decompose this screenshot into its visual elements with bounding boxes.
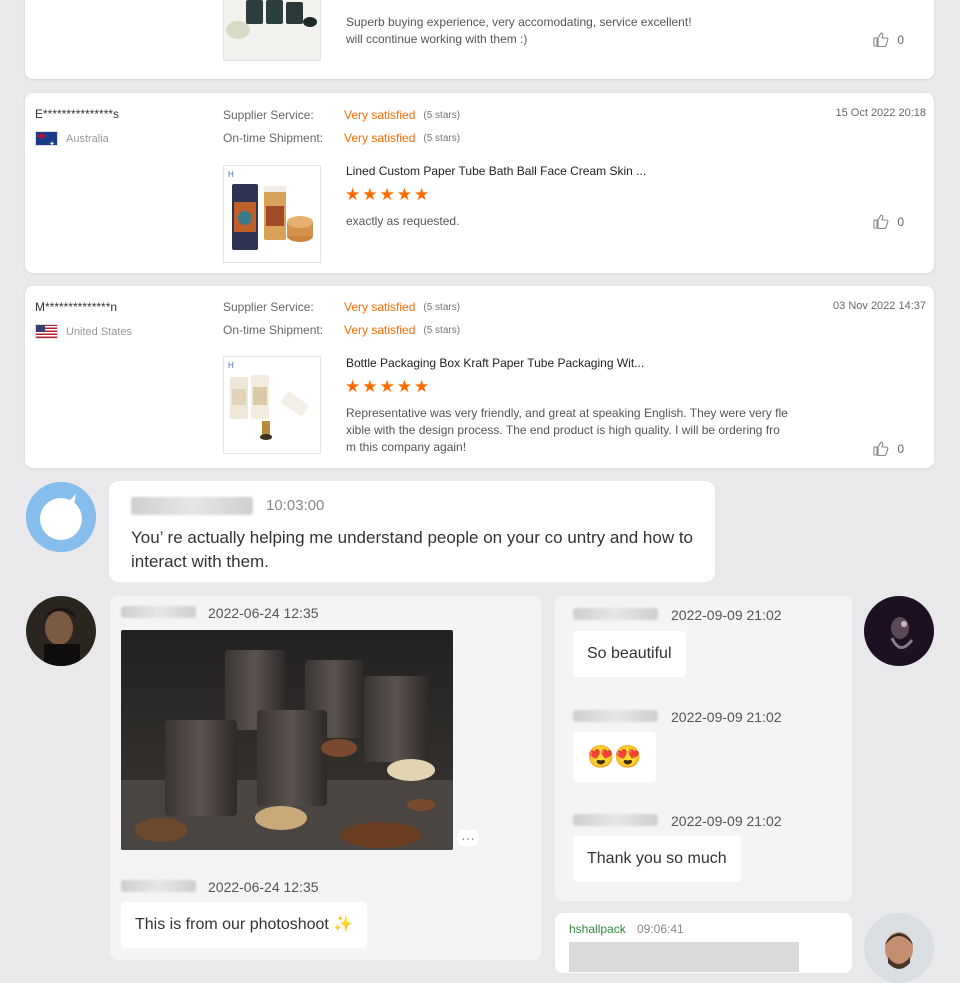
message-text: Thank you so much [573, 836, 741, 882]
user-photo [864, 913, 934, 983]
message-text: You’ re actually helping me understand p… [131, 528, 694, 571]
rating-stars-text: (5 stars) [423, 301, 461, 313]
rating-stars-text: (5 stars) [423, 324, 461, 336]
review-date: 03 Nov 2022 14:37 [833, 300, 926, 312]
user-photo [26, 596, 96, 666]
reviewer-country: United States [35, 324, 132, 339]
rating-value: Very satisfied [344, 323, 416, 337]
sender-name-blurred [121, 880, 196, 892]
rating-value: Very satisfied [344, 131, 416, 145]
thumbs-up-icon [873, 214, 889, 229]
message-text: So beautiful [573, 631, 686, 677]
product-title[interactable]: Bottle Packaging Box Kraft Paper Tube Pa… [346, 356, 644, 370]
rating-label: Supplier Service: [223, 108, 314, 122]
rating-value: Very satisfied [344, 300, 416, 314]
reviewer-name: E***************s [35, 107, 120, 121]
product-thumbnail[interactable]: H [223, 356, 321, 454]
product-thumbnail[interactable]: H [223, 165, 321, 263]
message-time: 2022-09-09 21:02 [671, 709, 782, 725]
shipment-rating: On-time Shipment: Very satisfied (5 star… [223, 323, 460, 337]
sender-name-blurred [131, 497, 253, 515]
reviewer-name: M**************n [35, 300, 118, 314]
rating-stars: ★★★★★ [345, 377, 432, 396]
message-time: 2022-06-24 12:35 [208, 879, 319, 895]
like-count: 0 [897, 214, 904, 229]
chat-panel: hshallpack 09:06:41 [555, 913, 852, 973]
message-emoji: 😍😍 [573, 732, 656, 782]
like-button[interactable]: 0 [873, 441, 904, 456]
supplier-service-rating: Supplier Service: Very satisfied (5 star… [223, 300, 460, 314]
sender-name-blurred [573, 814, 658, 826]
chat-message-bubble: 10:03:00 You’ re actually helping me und… [109, 481, 715, 582]
user-photo [864, 596, 934, 666]
sender-name-blurred [573, 710, 658, 722]
svg-text:H: H [228, 170, 234, 179]
more-options-icon[interactable]: ··· [458, 830, 478, 846]
product-thumbnail[interactable] [223, 0, 321, 61]
like-count: 0 [897, 441, 904, 456]
chat-panel: 2022-06-24 12:35 ··· 2022-06-24 12:35 Th… [110, 596, 541, 960]
message-text: This is from our photoshoot ✨ [121, 902, 368, 948]
avatar[interactable] [26, 596, 96, 666]
country-name: Australia [66, 132, 109, 145]
thumbs-up-icon [873, 32, 889, 47]
supplier-service-rating: Supplier Service: Very satisfied (5 star… [223, 108, 460, 122]
sender-name: hshallpack [569, 922, 626, 936]
message-time: 10:03:00 [266, 497, 325, 514]
message-image[interactable] [569, 942, 799, 972]
review-date: 15 Oct 2022 20:18 [835, 107, 926, 119]
like-button[interactable]: 0 [873, 214, 904, 229]
product-title[interactable]: Lined Custom Paper Tube Bath Ball Face C… [346, 164, 646, 178]
user-avatar-icon [26, 482, 96, 552]
rating-stars: ★★★★★ [345, 185, 432, 204]
reviewer-country: Australia [35, 131, 109, 146]
review-card: M**************n United States Supplier … [25, 286, 934, 468]
thumbs-up-icon [873, 441, 889, 456]
rating-label: Supplier Service: [223, 300, 314, 314]
review-comment: Representative was very friendly, and gr… [346, 406, 788, 454]
chat-panel: 2022-09-09 21:02 So beautiful 2022-09-09… [555, 596, 852, 901]
rating-stars: ★★★★★ [345, 0, 418, 1]
rating-stars-text: (5 stars) [423, 132, 461, 144]
message-time: 2022-06-24 12:35 [208, 605, 319, 621]
australia-flag-icon [35, 131, 58, 146]
review-comment: exactly as requested. [346, 214, 460, 228]
message-time: 2022-09-09 21:02 [671, 607, 782, 623]
country-name: United States [66, 325, 133, 338]
message-image[interactable] [121, 630, 453, 850]
rating-label: On-time Shipment: [223, 131, 324, 145]
message-time: 2022-09-09 21:02 [671, 813, 782, 829]
avatar[interactable] [864, 913, 934, 983]
like-button[interactable]: 0 [873, 32, 904, 47]
review-card: ★★★★★ Superb buying experience, very acc… [25, 0, 934, 79]
rating-stars-text: (5 stars) [423, 109, 461, 121]
avatar[interactable] [26, 482, 96, 552]
review-comment: Superb buying experience, very accomodat… [346, 15, 692, 46]
review-card: E***************s Australia Supplier Ser… [25, 93, 934, 273]
sender-name-blurred [573, 608, 658, 620]
rating-value: Very satisfied [344, 108, 416, 122]
like-count: 0 [897, 32, 904, 47]
message-time: 09:06:41 [637, 922, 684, 936]
avatar[interactable] [864, 596, 934, 666]
united-states-flag-icon [35, 324, 58, 339]
sender-name-blurred [121, 606, 196, 618]
rating-label: On-time Shipment: [223, 323, 324, 337]
svg-text:H: H [228, 361, 234, 370]
shipment-rating: On-time Shipment: Very satisfied (5 star… [223, 131, 460, 145]
